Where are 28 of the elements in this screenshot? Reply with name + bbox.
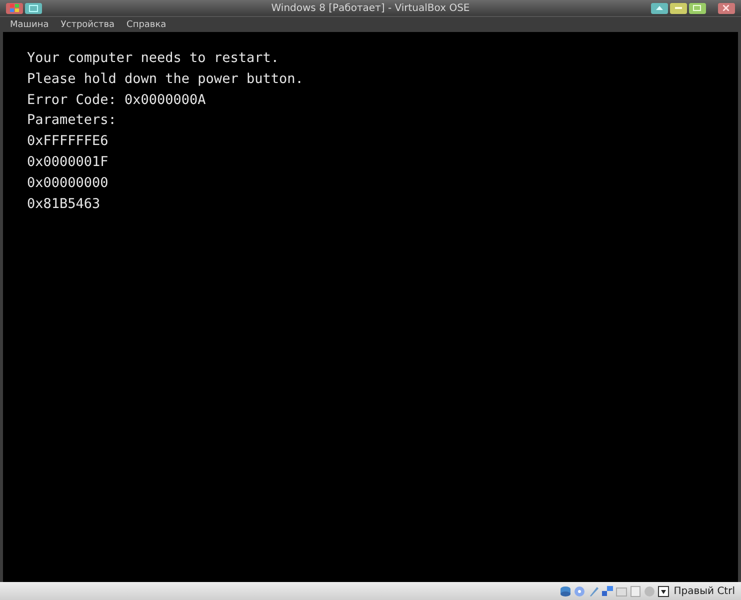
window-menu-button[interactable] [6, 2, 23, 14]
close-button[interactable] [718, 2, 735, 14]
fullscreen-button[interactable] [25, 2, 42, 14]
window-icon [29, 4, 38, 12]
error-text: Please hold down the power button. [27, 70, 304, 89]
menu-item[interactable]: Машина [10, 20, 49, 30]
error-text: 0x00000000 [27, 174, 110, 193]
network-icon[interactable] [602, 586, 613, 596]
menu-item[interactable]: Устройства [60, 20, 115, 30]
error-text: 0x0000001F [27, 152, 110, 172]
menu-item[interactable]: Справка [126, 20, 166, 30]
error-text: Parameters: [27, 111, 118, 130]
error-text: 0x81B5463 [27, 194, 102, 214]
minimize-button[interactable] [670, 2, 687, 14]
flag-icon [10, 4, 19, 12]
minimize-icon [674, 7, 682, 9]
error-text: 0xFFFFFFE6 [27, 132, 110, 152]
up-arrow-icon [656, 6, 663, 10]
download-icon[interactable] [658, 586, 669, 596]
pen-icon[interactable] [588, 586, 599, 596]
error-text: Error Code: 0x0000000A [27, 90, 207, 110]
shade-button[interactable] [650, 2, 668, 14]
maximize-icon [693, 5, 702, 11]
host-key-label: Правый Ctrl [674, 586, 735, 596]
error-text: Your computer needs to restart. [27, 49, 280, 68]
window-title: Windows 8 [Работает] - VirtualBox OSE [271, 2, 470, 14]
close-icon [723, 5, 730, 11]
maximize-button[interactable] [688, 2, 706, 14]
